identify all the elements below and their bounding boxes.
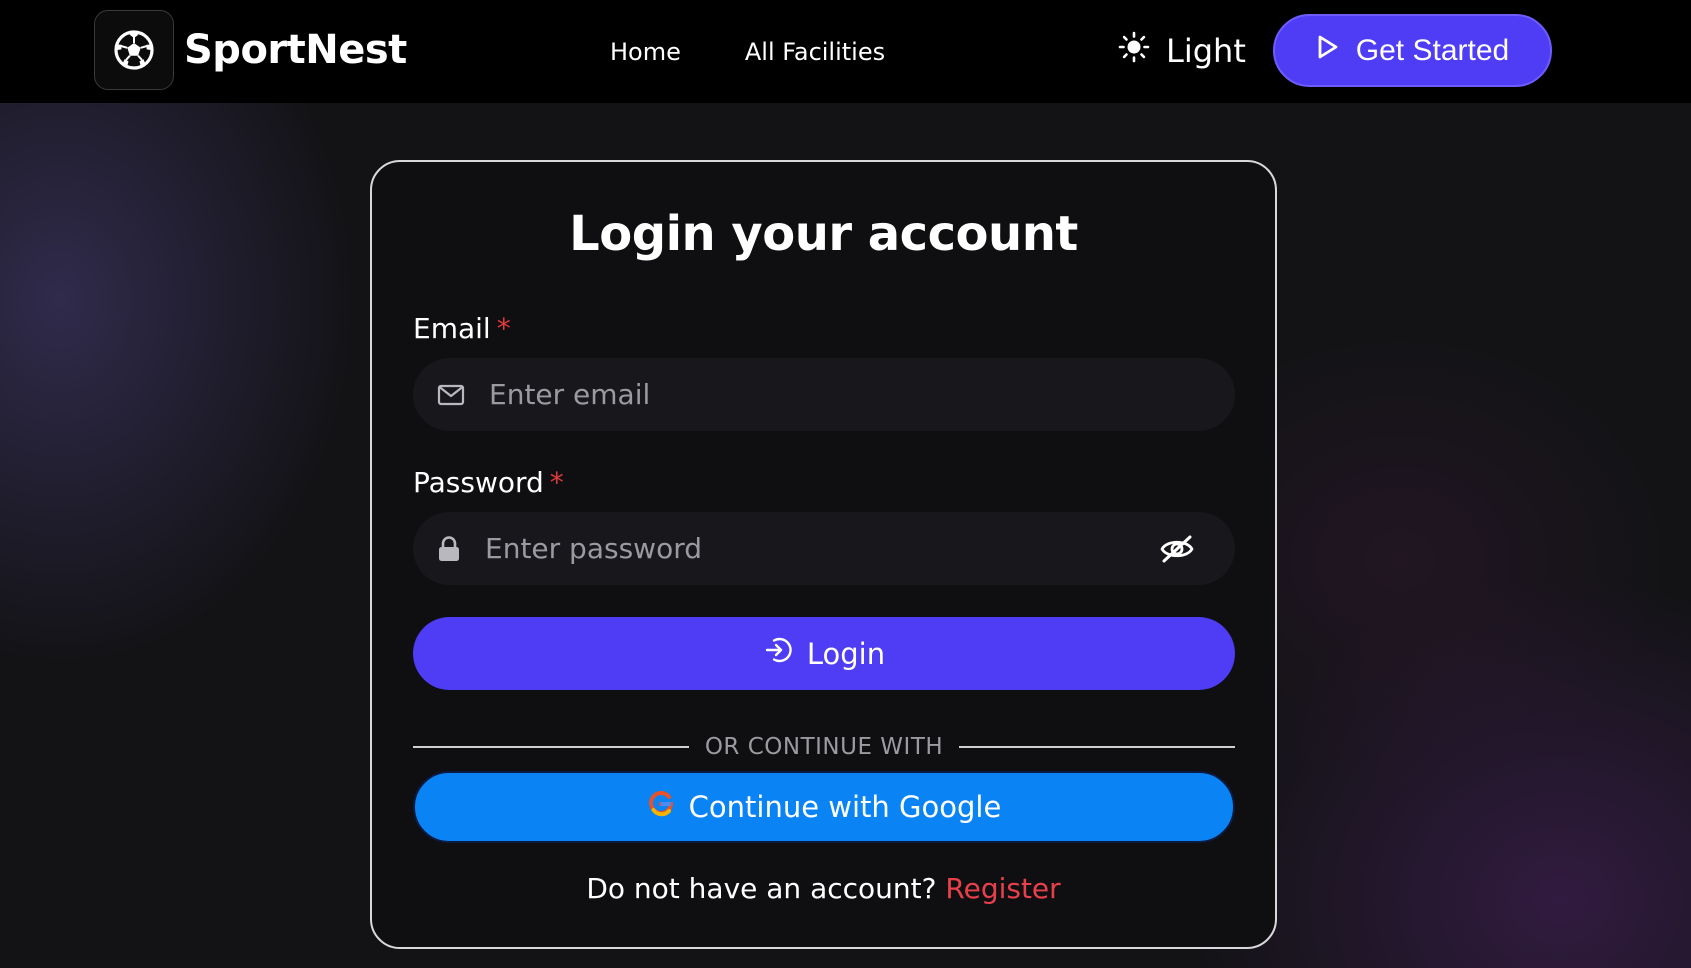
register-link[interactable]: Register (945, 872, 1060, 905)
password-label-text: Password (413, 466, 544, 499)
password-label: Password * (413, 466, 564, 499)
email-input[interactable] (489, 358, 1129, 431)
divider-text: OR CONTINUE WITH (704, 734, 944, 760)
play-icon (1316, 34, 1340, 68)
email-label-text: Email (413, 312, 491, 345)
or-divider: OR CONTINUE WITH (413, 732, 1236, 762)
sun-icon (1118, 31, 1150, 71)
password-field (413, 512, 1235, 585)
main-nav: Home All Facilities (610, 0, 885, 103)
divider-line-left (413, 746, 689, 748)
login-arrow-icon (763, 635, 793, 672)
google-icon (647, 790, 675, 825)
brand-name: SportNest (184, 27, 407, 73)
login-button-label: Login (806, 636, 886, 671)
soccer-ball-icon (94, 10, 174, 90)
login-button[interactable]: Login (413, 617, 1235, 690)
required-mark: * (496, 312, 511, 345)
nav-link-all-facilities[interactable]: All Facilities (745, 38, 885, 66)
get-started-label: Get Started (1355, 33, 1510, 67)
theme-toggle[interactable]: Light (1118, 24, 1246, 78)
login-card: Login your account Email* Password* (370, 160, 1277, 949)
required-mark: * (549, 466, 564, 499)
email-field (413, 358, 1235, 431)
divider-line-right (959, 746, 1236, 748)
page-title: Login your account (569, 206, 1078, 262)
google-login-button[interactable]: Continue with Google (413, 771, 1235, 843)
email-label: Email * (413, 312, 511, 345)
register-prompt: Do not have an account? Register (372, 872, 1275, 905)
lock-icon (437, 535, 461, 563)
brand-link[interactable]: SportNest (94, 10, 407, 90)
eye-off-icon[interactable] (1159, 534, 1195, 564)
get-started-button[interactable]: Get Started (1273, 14, 1552, 87)
password-input[interactable] (485, 512, 1125, 585)
theme-toggle-label: Light (1166, 32, 1246, 70)
register-prompt-text: Do not have an account? (586, 872, 937, 905)
mail-icon (437, 384, 465, 406)
google-button-label: Continue with Google (688, 790, 1002, 824)
top-navbar: SportNest Home All Facilities Light Get … (0, 0, 1691, 103)
nav-link-home[interactable]: Home (610, 38, 681, 66)
